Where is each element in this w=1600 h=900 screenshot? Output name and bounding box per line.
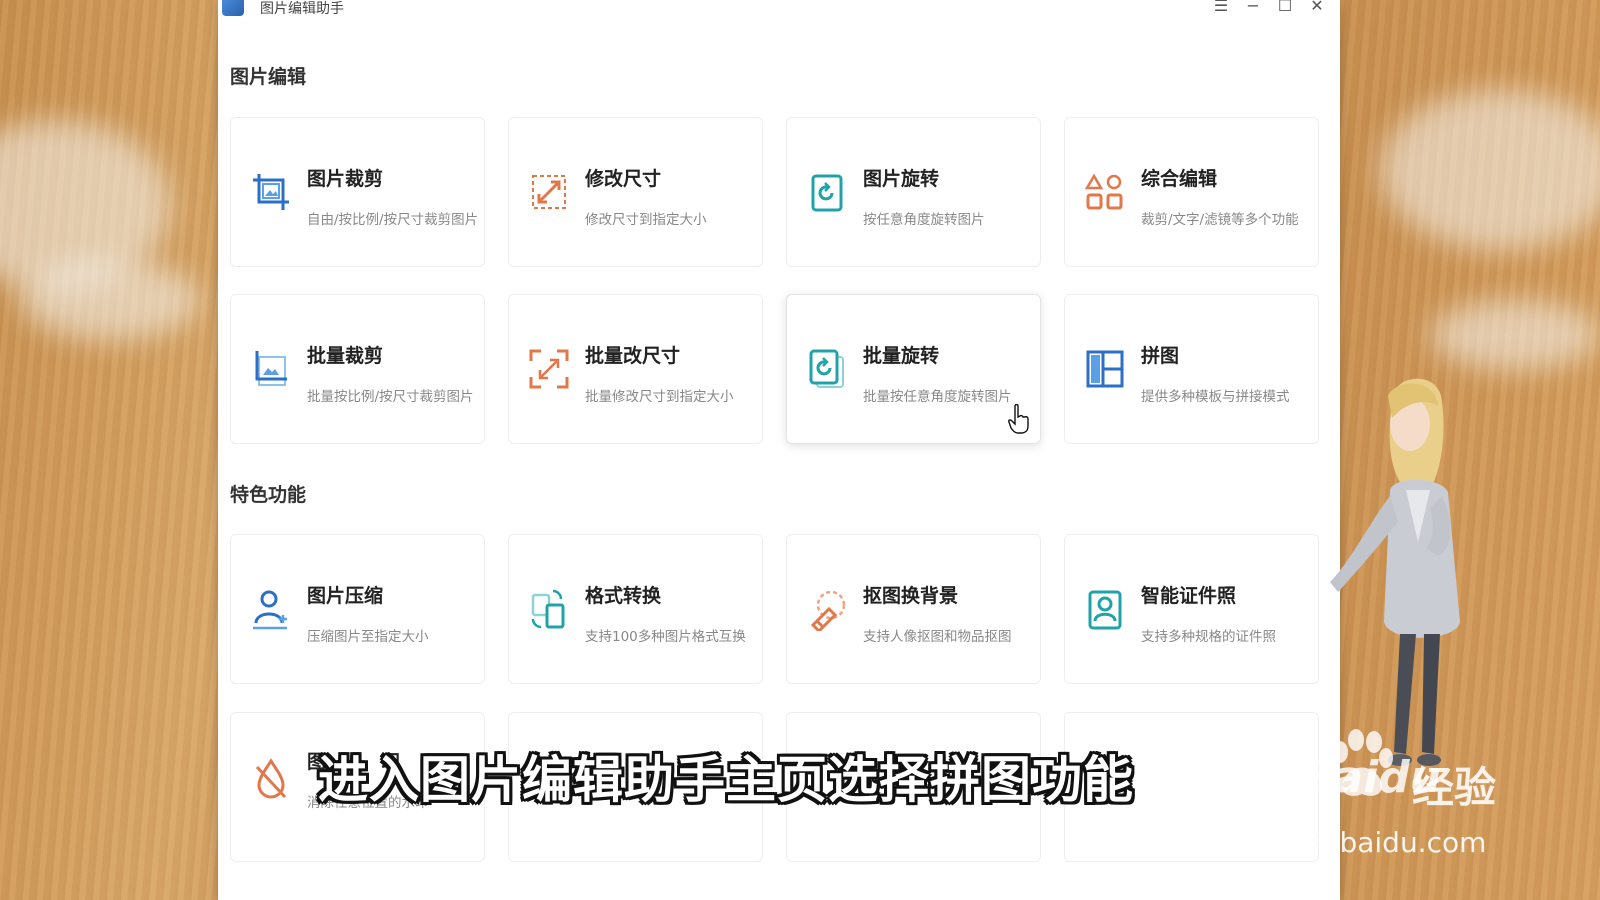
card-title: 综合编辑 <box>1141 168 1218 190</box>
card-crop[interactable]: 图片裁剪 自由/按比例/按尺寸裁剪图片 <box>230 117 485 267</box>
menu-icon[interactable]: ☰ <box>1212 0 1230 15</box>
rotate-icon <box>811 174 843 212</box>
card-desc: 批量按任意角度旋转图片 <box>863 389 1012 405</box>
card-comprehensive-edit[interactable]: 综合编辑 裁剪/文字/滤镜等多个功能 <box>1064 117 1319 267</box>
app-title: 图片编辑助手 <box>260 1 344 17</box>
card-desc: 按任意角度旋转图片 <box>863 212 985 228</box>
maximize-icon[interactable]: ☐ <box>1276 0 1294 15</box>
app-logo-icon <box>222 0 244 16</box>
card-desc: 批量按比例/按尺寸裁剪图片 <box>307 389 474 405</box>
convert-icon <box>531 589 565 629</box>
watermark-suffix: 经验 <box>1412 763 1497 812</box>
batch-resize-icon <box>529 349 569 389</box>
shapes-icon <box>1084 173 1123 210</box>
id-photo-icon <box>1088 590 1122 630</box>
card-desc: 支持100多种图片格式互换 <box>585 629 746 645</box>
card-desc: 批量修改尺寸到指定大小 <box>585 389 734 405</box>
collage-icon <box>1086 350 1124 388</box>
video-subtitle: 进入图片编辑助手主页选择拼图功能 <box>318 751 1134 809</box>
card-resize[interactable]: 修改尺寸 修改尺寸到指定大小 <box>508 117 763 267</box>
card-title: 拼图 <box>1141 345 1180 367</box>
droplet-icon <box>255 758 287 799</box>
card-title: 图片旋转 <box>863 168 940 190</box>
card-desc: 修改尺寸到指定大小 <box>585 212 707 228</box>
card-title: 批量裁剪 <box>307 345 384 367</box>
cutout-icon <box>810 590 846 631</box>
watermark-url: jingyan.baidu.com <box>1228 826 1487 859</box>
card-desc: 支持多种规格的证件照 <box>1141 629 1276 645</box>
compress-icon <box>253 590 287 630</box>
batch-rotate-icon <box>809 349 844 388</box>
section-title-edit: 图片编辑 <box>230 66 307 88</box>
card-title: 格式转换 <box>585 585 662 607</box>
card-desc: 自由/按比例/按尺寸裁剪图片 <box>307 212 479 228</box>
section-title-featured: 特色功能 <box>230 484 307 506</box>
card-title: 智能证件照 <box>1141 585 1237 607</box>
card-desc: 支持人像抠图和物品抠图 <box>863 629 1012 645</box>
card-rotate[interactable]: 图片旋转 按任意角度旋转图片 <box>786 117 1041 267</box>
crop-icon <box>253 174 289 210</box>
cloud-right-2 <box>1430 300 1600 370</box>
card-compress[interactable]: 图片压缩 压缩图片至指定大小 <box>230 534 485 684</box>
card-desc: 压缩图片至指定大小 <box>307 629 429 645</box>
minimize-icon[interactable]: − <box>1244 0 1262 15</box>
card-title: 批量改尺寸 <box>585 345 681 367</box>
resize-icon <box>532 175 566 209</box>
card-id-photo[interactable]: 智能证件照 支持多种规格的证件照 <box>1064 534 1319 684</box>
card-desc: 裁剪/文字/滤镜等多个功能 <box>1141 212 1299 228</box>
cloud-left-2 <box>20 260 200 340</box>
card-format-convert[interactable]: 格式转换 支持100多种图片格式互换 <box>508 534 763 684</box>
close-icon[interactable]: ✕ <box>1308 0 1326 15</box>
card-title: 图片压缩 <box>307 585 384 607</box>
card-desc: 提供多种模板与拼接模式 <box>1141 389 1290 405</box>
card-title: 图片裁剪 <box>307 168 384 190</box>
card-batch-crop[interactable]: 批量裁剪 批量按比例/按尺寸裁剪图片 <box>230 294 485 444</box>
hand-cursor-icon <box>1008 404 1029 434</box>
card-title: 批量旋转 <box>863 345 940 367</box>
window-controls: ☰ − ☐ ✕ <box>1212 0 1326 15</box>
card-title: 抠图换背景 <box>863 585 959 607</box>
card-batch-rotate[interactable]: 批量旋转 批量按任意角度旋转图片 <box>786 294 1041 444</box>
batch-crop-icon <box>255 351 287 386</box>
card-cutout[interactable]: 抠图换背景 支持人像抠图和物品抠图 <box>786 534 1041 684</box>
card-batch-resize[interactable]: 批量改尺寸 批量修改尺寸到指定大小 <box>508 294 763 444</box>
card-title: 修改尺寸 <box>585 168 662 190</box>
card-collage[interactable]: 拼图 提供多种模板与拼接模式 <box>1064 294 1319 444</box>
title-bar: 图片编辑助手 ☰ − ☐ ✕ <box>218 0 1340 20</box>
